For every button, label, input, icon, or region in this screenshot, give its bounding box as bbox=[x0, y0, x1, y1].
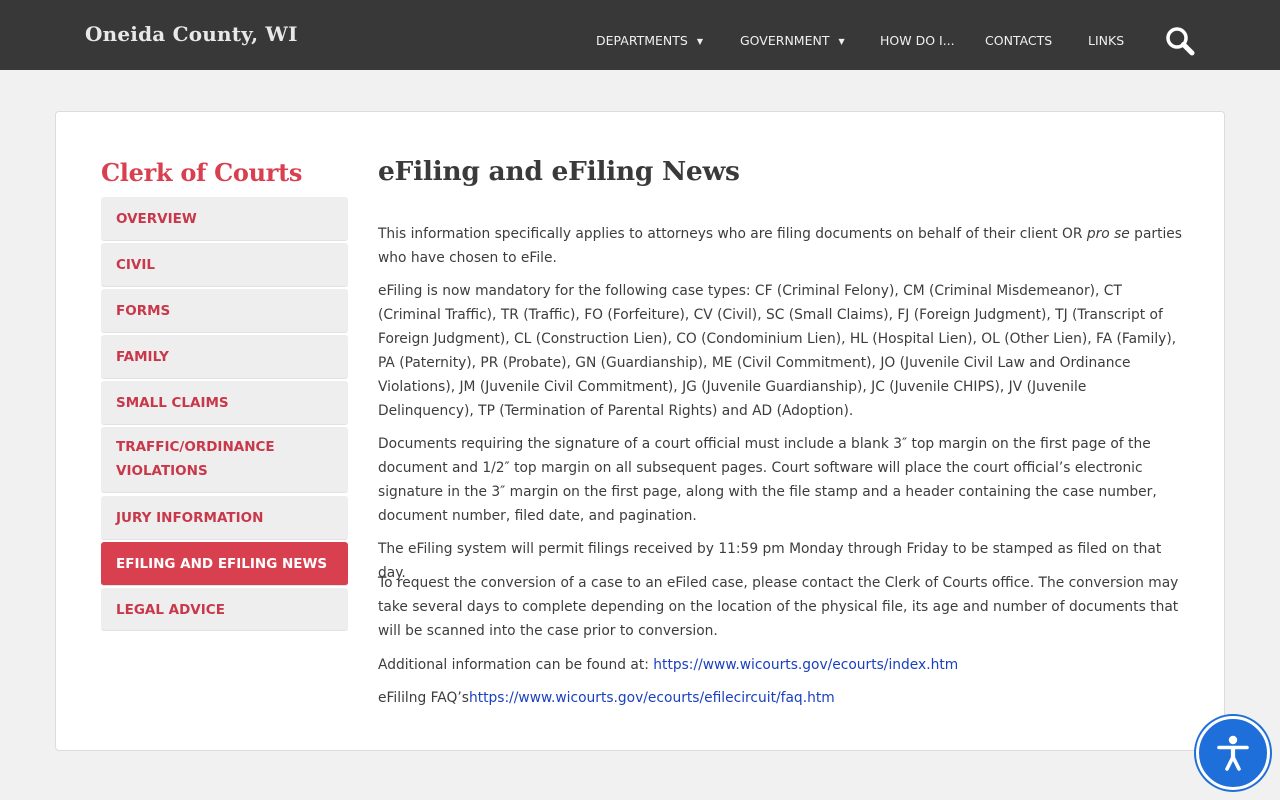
sidebar-item-label: LEGAL ADVICE bbox=[116, 602, 225, 618]
sidebar-item-label: TRAFFIC/ORDINANCE bbox=[116, 439, 275, 455]
sidebar-item-civil[interactable]: CIVIL bbox=[101, 243, 348, 287]
nav-departments-label: DEPARTMENTS bbox=[596, 33, 688, 48]
signature-text: Documents requiring the signature of a c… bbox=[378, 436, 1157, 524]
conversion-text: To request the conversion of a case to a… bbox=[378, 575, 1179, 639]
sidebar-item-label: SMALL CLAIMS bbox=[116, 395, 229, 411]
sidebar-item-label: FAMILY bbox=[116, 349, 169, 365]
search-button[interactable] bbox=[1163, 24, 1197, 58]
additional-info-paragraph: Additional information can be found at: … bbox=[378, 653, 1184, 677]
caret-down-icon: ▼ bbox=[696, 37, 703, 46]
nav-government-label: GOVERNMENT bbox=[740, 33, 830, 48]
signature-paragraph: Documents requiring the signature of a c… bbox=[378, 432, 1184, 528]
faq-paragraph: eFililng FAQ’shttps://www.wicourts.gov/e… bbox=[378, 686, 1184, 710]
sidebar-item-jury-information[interactable]: JURY INFORMATION bbox=[101, 496, 348, 540]
efile-faq-link[interactable]: https://www.wicourts.gov/ecourts/efileci… bbox=[469, 690, 835, 706]
sidebar-item-label: CIVIL bbox=[116, 257, 156, 273]
caret-down-icon: ▼ bbox=[838, 37, 845, 46]
site-title[interactable]: Oneida County, WI bbox=[85, 22, 298, 46]
sidebar-item-legal-advice[interactable]: LEGAL ADVICE bbox=[101, 588, 348, 631]
sidebar-item-family[interactable]: FAMILY bbox=[101, 335, 348, 379]
nav-links[interactable]: LINKS bbox=[1088, 33, 1124, 48]
case-types-paragraph: eFiling is now mandatory for the followi… bbox=[378, 279, 1184, 423]
sidebar-item-efiling-news[interactable]: EFILING AND EFILING NEWS bbox=[101, 542, 348, 586]
conversion-paragraph: To request the conversion of a case to a… bbox=[378, 571, 1184, 643]
sidebar-item-label: VIOLATIONS bbox=[116, 463, 208, 479]
site-header: Oneida County, WI DEPARTMENTS ▼ GOVERNMEN… bbox=[0, 0, 1280, 70]
sidebar-item-label: FORMS bbox=[116, 303, 171, 319]
sidebar-item-small-claims[interactable]: SMALL CLAIMS bbox=[101, 381, 348, 425]
additional-info-text: Additional information can be found at: bbox=[378, 657, 654, 673]
intro-paragraph: This information specifically applies to… bbox=[378, 222, 1184, 270]
accessibility-button[interactable] bbox=[1196, 716, 1270, 790]
case-types-text: eFiling is now mandatory for the followi… bbox=[378, 283, 1177, 419]
search-icon bbox=[1166, 27, 1195, 56]
nav-contacts[interactable]: CONTACTS bbox=[985, 33, 1052, 48]
intro-text: This information specifically applies to… bbox=[378, 226, 1087, 242]
sidebar-item-label: EFILING AND EFILING NEWS bbox=[116, 556, 328, 572]
sidebar-item-overview[interactable]: OVERVIEW bbox=[101, 197, 348, 241]
nav-how-do-i[interactable]: HOW DO I... bbox=[880, 33, 955, 48]
sidebar-item-forms[interactable]: FORMS bbox=[101, 289, 348, 333]
sidebar-item-label: JURY INFORMATION bbox=[116, 510, 264, 526]
sidebar-item-label: OVERVIEW bbox=[116, 211, 197, 227]
intro-emphasis: pro se bbox=[1086, 226, 1130, 242]
nav-government[interactable]: GOVERNMENT ▼ bbox=[740, 33, 845, 48]
sidebar-title: Clerk of Courts bbox=[101, 158, 303, 187]
nav-departments[interactable]: DEPARTMENTS ▼ bbox=[596, 33, 703, 48]
sidebar-item-traffic-ordinance[interactable]: TRAFFIC/ORDINANCE VIOLATIONS bbox=[101, 427, 348, 493]
faq-text: eFililng FAQ’s bbox=[378, 690, 469, 706]
ecourts-index-link[interactable]: https://www.wicourts.gov/ecourts/index.h… bbox=[653, 657, 958, 673]
page-title: eFiling and eFiling News bbox=[378, 156, 740, 187]
accessibility-icon bbox=[1217, 735, 1249, 771]
